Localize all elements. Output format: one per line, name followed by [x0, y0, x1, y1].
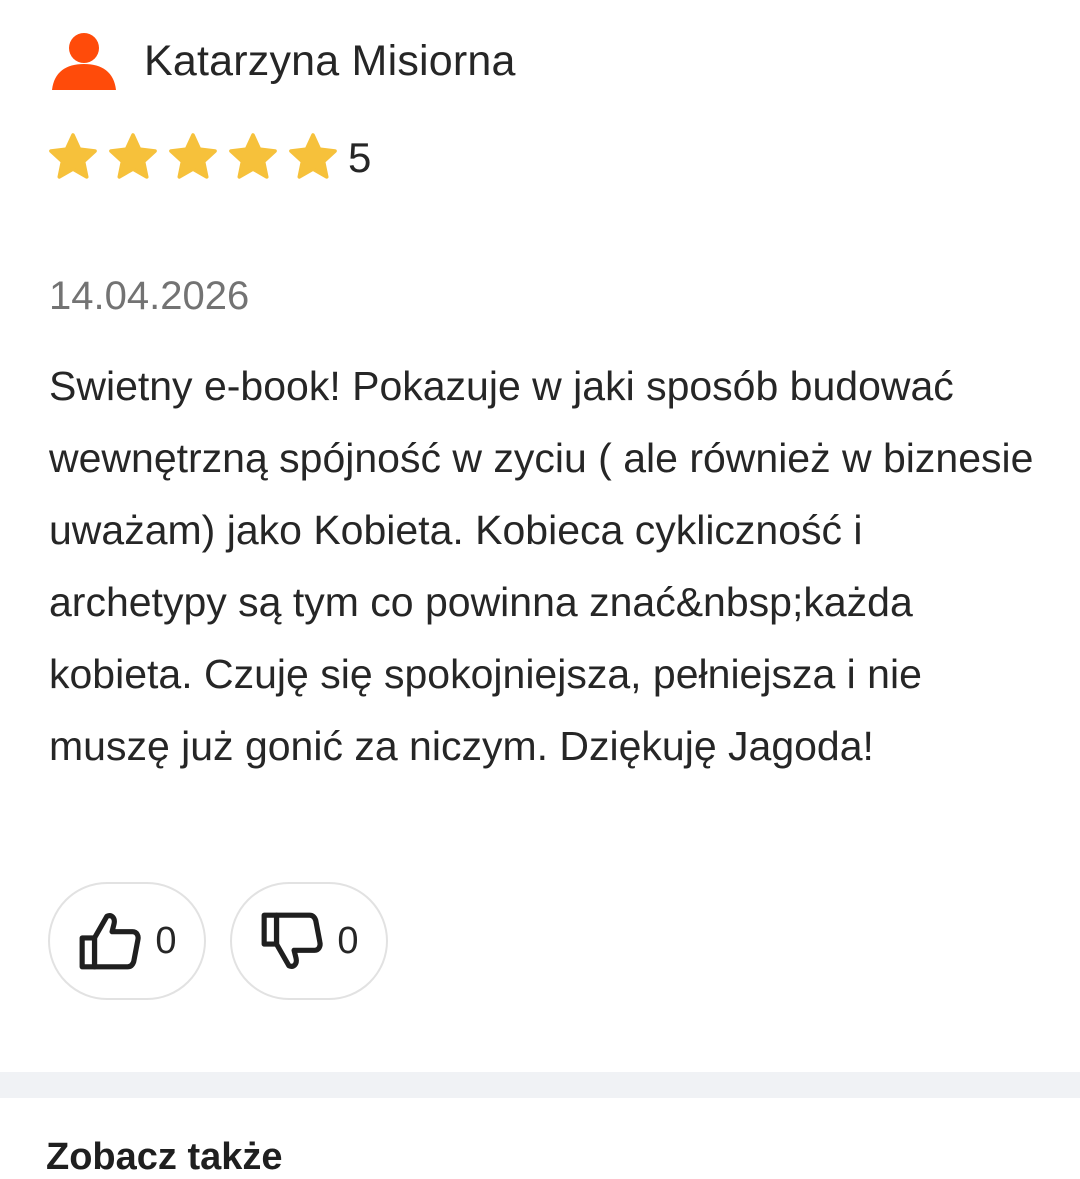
- thumbs-up-icon: [80, 913, 142, 970]
- section-divider: [0, 1072, 1080, 1098]
- star-icon: [289, 133, 337, 179]
- review-date: 14.04.2026: [49, 274, 250, 318]
- thumbs-up-button[interactable]: 0: [48, 882, 206, 1000]
- review-text: Swietny e-book! Pokazuje w jaki sposób b…: [49, 363, 1034, 769]
- user-icon: [52, 33, 116, 90]
- see-also-heading: Zobacz także: [46, 1136, 283, 1178]
- review-author: Katarzyna Misiorna: [50, 28, 516, 94]
- thumbs-down-icon: [262, 912, 324, 969]
- thumbs-down-button[interactable]: 0: [230, 882, 388, 1000]
- review-card: Katarzyna Misiorna 5 14.04.2026 Swietny …: [0, 0, 1080, 1072]
- thumbs-down-count: 0: [337, 919, 359, 962]
- star-icon: [49, 133, 97, 179]
- author-name: Katarzyna Misiorna: [144, 36, 516, 85]
- thumbs-up-count: 0: [155, 919, 177, 962]
- star-icon: [109, 133, 157, 179]
- rating-value: 5: [348, 134, 372, 181]
- star-icon: [169, 133, 217, 179]
- star-rating: 5: [46, 128, 371, 188]
- vote-buttons: 0 0: [48, 882, 412, 1000]
- star-icon: [229, 133, 277, 179]
